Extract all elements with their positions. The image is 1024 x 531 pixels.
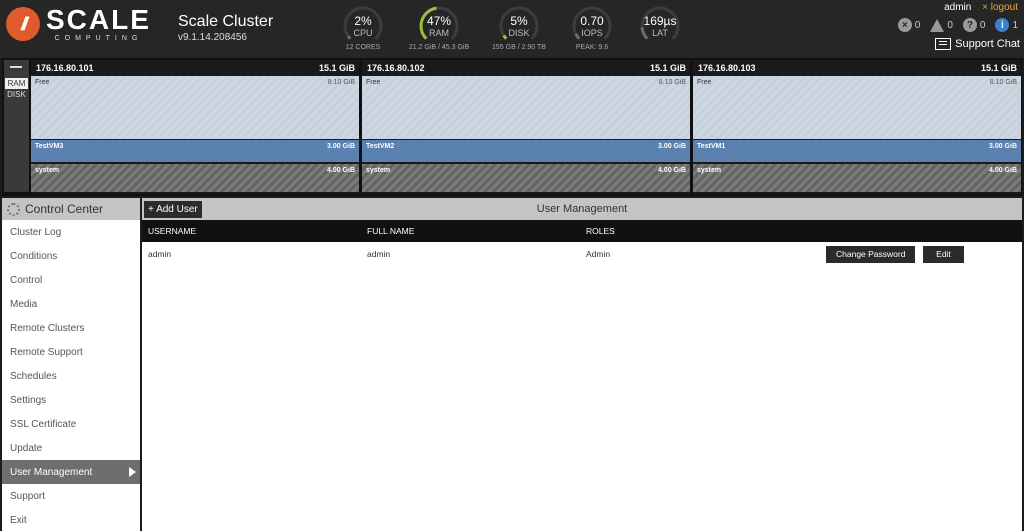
info-icon: i [995, 18, 1010, 32]
column-roles: ROLES [586, 226, 615, 236]
vm-segment[interactable]: TestVM1 3.00 GiB [693, 140, 1021, 162]
free-segment: Free 8.10 GiB [362, 76, 690, 139]
sidebar-item-media[interactable]: Media [2, 292, 140, 316]
gauge-label: DISK [508, 28, 530, 38]
user-management-panel: + Add User User Management USERNAME FULL… [142, 198, 1022, 531]
cluster-version: v9.1.14.208456 [178, 32, 247, 43]
sidebar-item-remote-clusters[interactable]: Remote Clusters [2, 316, 140, 340]
node-total: 15.1 GiB [980, 63, 1017, 73]
system-segment: system 4.00 GiB [693, 164, 1021, 192]
node-usage-strip: RAM DISK 176.16.80.101 15.1 GiB Free 8.10 … [2, 58, 1022, 196]
vm-segment[interactable]: TestVM2 3.00 GiB [362, 140, 690, 162]
gauge-lat: 169µs LAT [625, 4, 695, 56]
cell-roles: Admin [586, 249, 611, 259]
support-chat-label: Support Chat [955, 38, 1020, 50]
scale-logo: // SCALE COMPUTING [6, 6, 151, 42]
node-total: 15.1 GiB [649, 63, 686, 73]
table-header: USERNAME FULL NAME ROLES [142, 220, 1022, 242]
question-icon: ? [962, 18, 977, 32]
logo-word: SCALE [46, 4, 151, 35]
sidebar-header: Control Center [2, 198, 140, 220]
node-ip: 176.16.80.103 [698, 63, 756, 73]
info-alert[interactable]: i 1 [995, 18, 1018, 32]
cluster-name: Scale Cluster [178, 13, 274, 30]
logout-link[interactable]: × logout [982, 2, 1018, 13]
system-segment: system 4.00 GiB [362, 164, 690, 192]
error-alert[interactable]: × 0 [897, 18, 920, 32]
node-card[interactable]: 176.16.80.101 15.1 GiB Free 8.10 GiB TestV… [31, 60, 359, 194]
control-center-sidebar: Control Center Cluster Log Conditions Cont… [2, 198, 140, 531]
page-title: User Management [536, 203, 628, 215]
gauge-label: IOPS [581, 28, 603, 38]
system-segment: system 4.00 GiB [31, 164, 359, 192]
node-ip: 176.16.80.102 [367, 63, 425, 73]
alert-counters: × 0 0 ? 0 i 1 [897, 18, 1018, 32]
edit-user-button[interactable]: Edit [923, 246, 964, 263]
gear-icon [7, 202, 20, 216]
sidebar-title: Control Center [25, 202, 104, 216]
column-full-name: FULL NAME [367, 226, 415, 236]
sidebar-item-settings[interactable]: Settings [2, 388, 140, 412]
gauge-value: 169µs [643, 14, 677, 28]
logo-mark: // [6, 7, 40, 41]
gauge-label: LAT [652, 28, 668, 38]
gauge-label: RAM [429, 28, 449, 38]
sidebar-item-schedules[interactable]: Schedules [2, 364, 140, 388]
change-password-button[interactable]: Change Password [826, 246, 916, 263]
node-ip: 176.16.80.101 [36, 63, 94, 73]
cell-username: admin [148, 249, 172, 259]
gauge-value: 2% [354, 14, 372, 28]
cell-full-name: admin [367, 249, 391, 259]
sidebar-item-support[interactable]: Support [2, 484, 140, 508]
ram-disk-toggle: RAM DISK [4, 60, 29, 192]
gauge-label: CPU [353, 28, 373, 38]
node-total: 15.1 GiB [318, 63, 355, 73]
table-row: admin admin Admin Change Password Edit [142, 242, 1022, 266]
add-user-button[interactable]: + Add User [144, 201, 202, 218]
sidebar-item-control[interactable]: Control [2, 268, 140, 292]
support-chat-button[interactable]: Support Chat [935, 38, 1020, 50]
warning-icon [930, 18, 945, 32]
collapse-icon[interactable] [10, 66, 22, 68]
sidebar-item-cluster-log[interactable]: Cluster Log [2, 220, 140, 244]
gauge-value: 47% [426, 14, 452, 28]
user-area: admin × logout [936, 2, 1018, 13]
sidebar-item-conditions[interactable]: Conditions [2, 244, 140, 268]
logo-sub: COMPUTING [54, 35, 143, 42]
panel-header: + Add User User Management [142, 198, 1022, 220]
toggle-ram[interactable]: RAM [5, 78, 28, 89]
sidebar-item-ssl-certificate[interactable]: SSL Certificate [2, 412, 140, 436]
sidebar-item-update[interactable]: Update [2, 436, 140, 460]
top-header: // SCALE COMPUTING Scale Cluster v9.1.14… [0, 0, 1024, 58]
column-username: USERNAME [148, 226, 197, 236]
node-card[interactable]: 176.16.80.103 15.1 GiB Free 8.10 GiB TestV… [693, 60, 1021, 194]
sidebar-item-exit[interactable]: Exit [2, 508, 140, 531]
vm-segment[interactable]: TestVM3 3.00 GiB [31, 140, 359, 162]
error-icon: × [897, 18, 912, 32]
gauge-iops: 0.70 IOPS PEAK: 9.6 [557, 4, 627, 56]
node-card[interactable]: 176.16.80.102 15.1 GiB Free 8.10 GiB TestV… [362, 60, 690, 194]
question-alert[interactable]: ? 0 [962, 18, 985, 32]
sidebar-item-remote-support[interactable]: Remote Support [2, 340, 140, 364]
chat-icon [935, 38, 952, 50]
toggle-disk[interactable]: DISK [5, 89, 28, 100]
warning-alert[interactable]: 0 [930, 18, 953, 32]
gauge-value: 0.70 [580, 14, 604, 28]
free-segment: Free 8.10 GiB [31, 76, 359, 139]
gauge-value: 5% [510, 14, 528, 28]
sidebar-item-user-management[interactable]: User Management [2, 460, 140, 484]
free-segment: Free 8.10 GiB [693, 76, 1021, 139]
username: admin [944, 2, 972, 13]
